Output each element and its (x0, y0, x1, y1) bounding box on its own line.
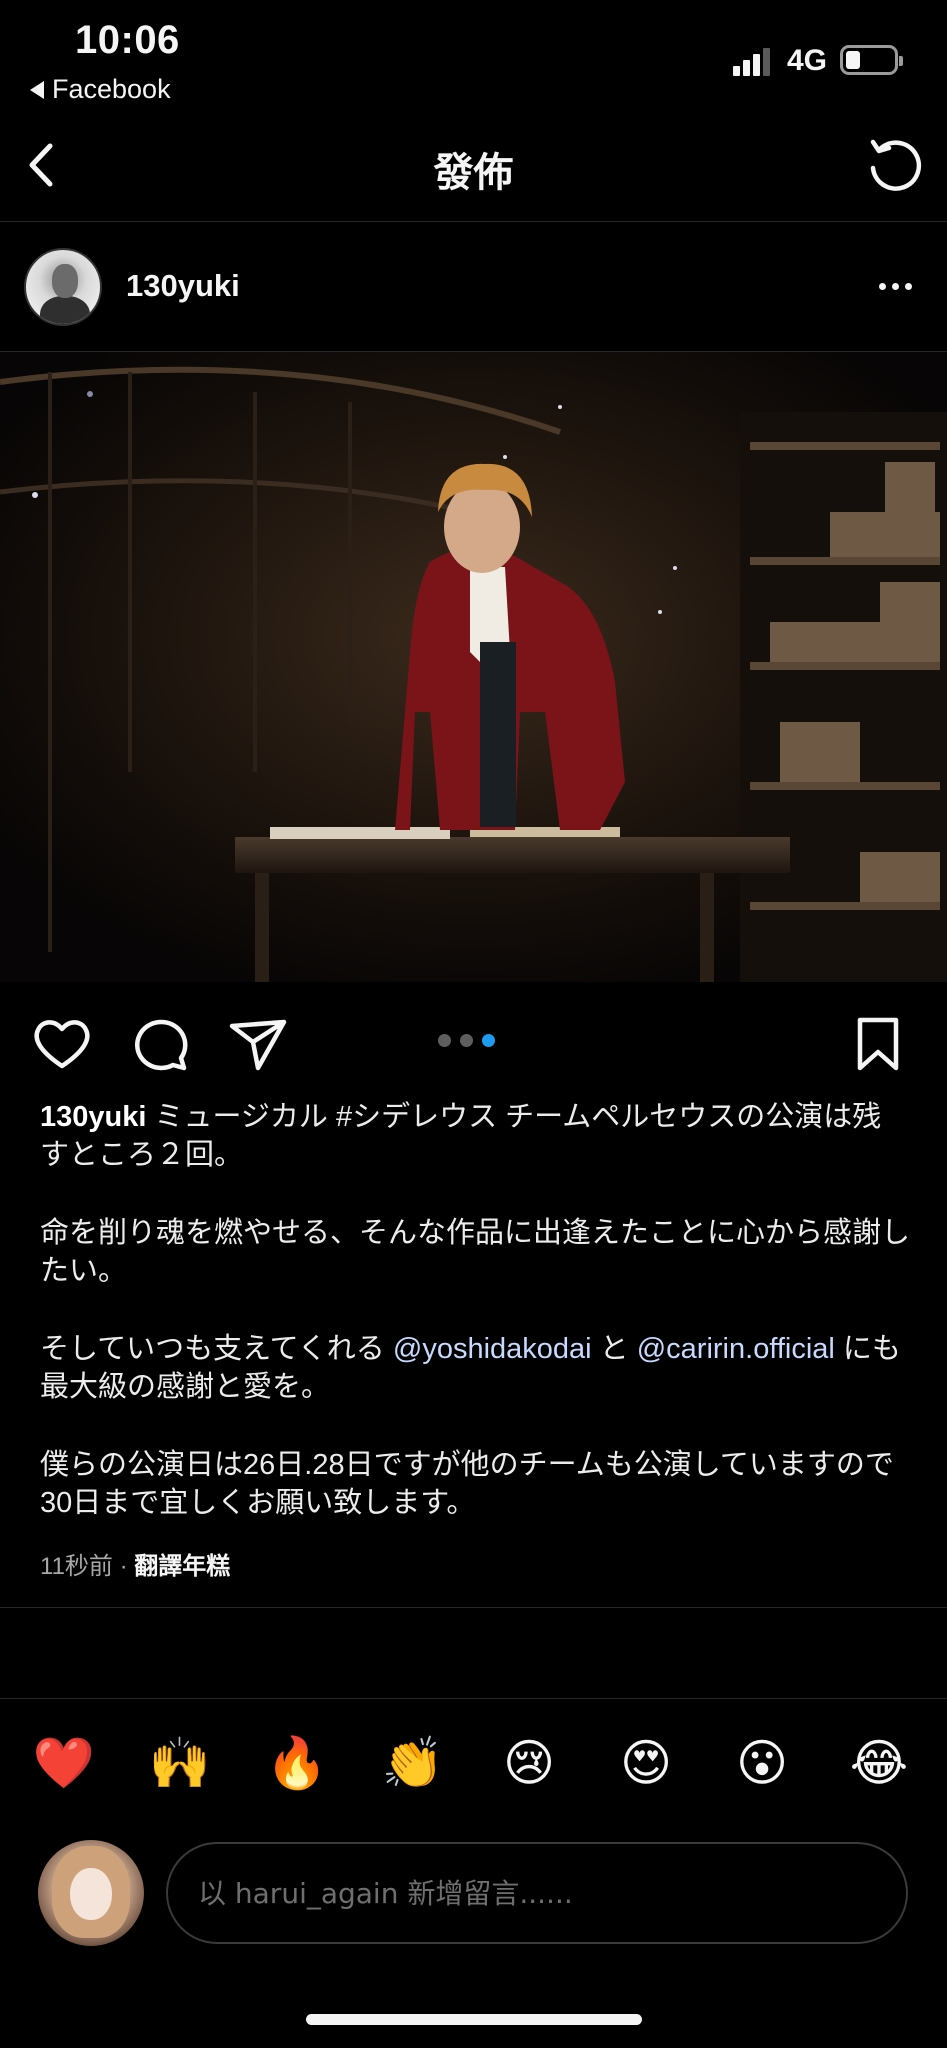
carousel-dot (438, 1034, 451, 1047)
carousel-indicator (438, 1034, 495, 1047)
comment-icon (135, 1019, 188, 1071)
page-title: 發佈 (433, 151, 514, 195)
back-triangle-icon (30, 80, 44, 99)
comment-input-container[interactable] (166, 1842, 908, 1944)
mention-link[interactable]: @yoshidakodai (393, 1333, 592, 1365)
refresh-icon (870, 139, 922, 191)
battery-icon (840, 45, 903, 75)
reaction-fire-emoji[interactable]: 🔥 (264, 1730, 330, 1796)
status-time: 10:06 (75, 18, 180, 62)
home-indicator[interactable] (306, 2014, 642, 2025)
share-button[interactable] (226, 1012, 290, 1076)
post-caption: 130yuki ミュージカル #シデレウス チームペルセウスの公演は残すところ２… (40, 1098, 910, 1562)
navigation-bar: 發佈 (0, 110, 947, 222)
divider (0, 1698, 947, 1699)
network-type: 4G (787, 44, 828, 77)
comment-input[interactable] (198, 1844, 878, 1942)
carousel-dot-active (482, 1034, 495, 1047)
post-timestamp: 11秒前 (40, 1553, 113, 1580)
caption-paragraph: 130yuki ミュージカル #シデレウス チームペルセウスの公演は残すところ２… (40, 1101, 882, 1171)
translate-link[interactable]: 翻譯年糕 (134, 1553, 230, 1580)
post-photo[interactable] (0, 352, 947, 982)
like-button[interactable] (30, 1012, 94, 1076)
stage-scene-image (0, 352, 947, 982)
caption-paragraph: そしていつも支えてくれる @yoshidakodai と @caririn.of… (40, 1333, 901, 1403)
reaction-clap-emoji[interactable]: 👏 (380, 1730, 446, 1796)
status-bar: 10:06 Facebook 4G (0, 0, 947, 110)
reaction-surprised-emoji[interactable]: 😮 (729, 1730, 795, 1796)
post-header: 130yuki (0, 222, 947, 352)
caption-username[interactable]: 130yuki (40, 1101, 146, 1133)
more-options-button[interactable] (879, 274, 919, 298)
reaction-raising-hands-emoji[interactable]: 🙌 (147, 1730, 213, 1796)
carousel-dot (460, 1034, 473, 1047)
cellular-signal-icon (733, 46, 775, 76)
more-horizontal-icon (879, 282, 886, 290)
bookmark-icon (857, 1017, 899, 1071)
send-icon (229, 1019, 287, 1071)
quick-reaction-bar: ❤️ 🙌 🔥 👏 😢 😍 😮 😂 (0, 1730, 947, 1800)
caption-paragraph: 命を削り魂を燃やせる、そんな作品に出逢えたことに心から感謝したい。 (40, 1217, 911, 1287)
author-username[interactable]: 130yuki (126, 268, 240, 304)
author-avatar[interactable] (24, 248, 102, 326)
divider (0, 1607, 947, 1608)
caption-paragraph: 僕らの公演日は26日.28日ですが他のチームも公演していますので30日まで宜しく… (40, 1449, 894, 1519)
reaction-crying-emoji[interactable]: 😢 (496, 1730, 562, 1796)
heart-icon (34, 1020, 90, 1069)
save-button[interactable] (846, 1012, 910, 1076)
reaction-heart-emoji[interactable]: ❤️ (31, 1730, 97, 1796)
comment-button[interactable] (128, 1012, 192, 1076)
reaction-laughing-emoji[interactable]: 😂 (846, 1730, 912, 1796)
refresh-button[interactable] (865, 136, 925, 196)
post-meta: 11秒前 · 翻譯年糕 (40, 1553, 231, 1580)
mention-link[interactable]: @caririn.official (637, 1333, 835, 1365)
current-user-avatar (38, 1840, 144, 1946)
back-app-label: Facebook (52, 74, 171, 104)
battery-level (846, 51, 860, 69)
reaction-heart-eyes-emoji[interactable]: 😍 (613, 1730, 679, 1796)
back-to-app-link[interactable]: Facebook (30, 74, 171, 105)
